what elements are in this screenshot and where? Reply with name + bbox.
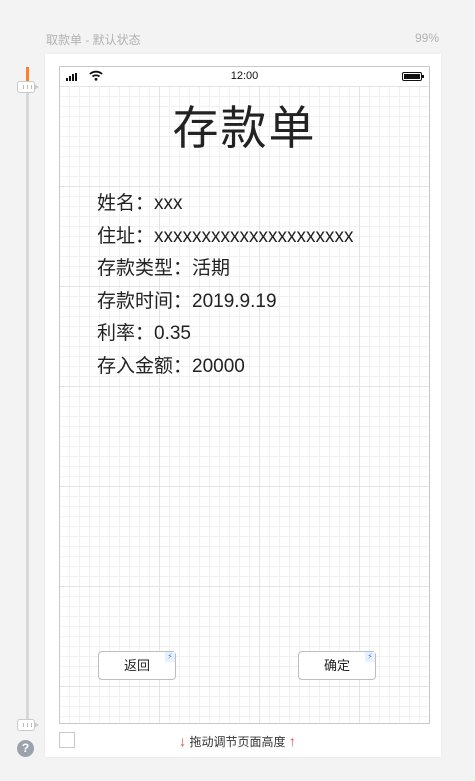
flash-icon: ⚡ xyxy=(365,652,375,662)
resize-hint-text: 拖动调节页面高度 xyxy=(189,735,286,749)
back-button[interactable]: 返回 ⚡ xyxy=(98,651,176,680)
battery-icon xyxy=(402,72,424,81)
field-list: 姓名：xxx 住址：xxxxxxxxxxxxxxxxxxxxx 存款类型：活期 … xyxy=(97,188,354,384)
form-title: 存款单 xyxy=(172,102,317,154)
confirm-button[interactable]: 确定 ⚡ xyxy=(298,651,376,680)
phone-screen: 12:00 存款单 姓名：xxx 住址：xxxxxxxxxxxxxxxxxxxx… xyxy=(59,66,430,724)
resize-hint[interactable]: ↓ 拖动调节页面高度 ↑ xyxy=(0,733,475,750)
height-slider-bottom-handle[interactable] xyxy=(17,719,39,731)
height-slider-top-handle[interactable] xyxy=(17,81,39,93)
field-deposit-type: 存款类型：活期 xyxy=(97,258,231,280)
arrow-up-icon: ↑ xyxy=(288,733,296,749)
field-address: 住址：xxxxxxxxxxxxxxxxxxxxx xyxy=(97,225,354,247)
height-slider-rail[interactable] xyxy=(26,74,29,728)
grip-icon xyxy=(23,723,32,727)
height-slider-top-mark xyxy=(26,67,29,81)
page-name-label: 取款单 - 默认状态 xyxy=(46,33,141,47)
field-interest-rate: 利率：0.35 xyxy=(97,323,191,345)
grip-icon xyxy=(23,85,32,89)
clock-time: 12:00 xyxy=(230,70,259,82)
field-deposit-time: 存款时间：2019.9.19 xyxy=(97,290,277,312)
field-name: 姓名：xxx xyxy=(97,193,183,214)
flash-icon: ⚡ xyxy=(165,652,175,662)
back-button-label: 返回 xyxy=(123,658,150,673)
status-bar: 12:00 xyxy=(60,67,429,86)
arrow-down-icon: ↓ xyxy=(179,733,187,749)
confirm-button-label: 确定 xyxy=(323,658,350,673)
zoom-level: 99% xyxy=(414,31,439,45)
field-deposit-amount: 存入金额：20000 xyxy=(97,355,245,377)
